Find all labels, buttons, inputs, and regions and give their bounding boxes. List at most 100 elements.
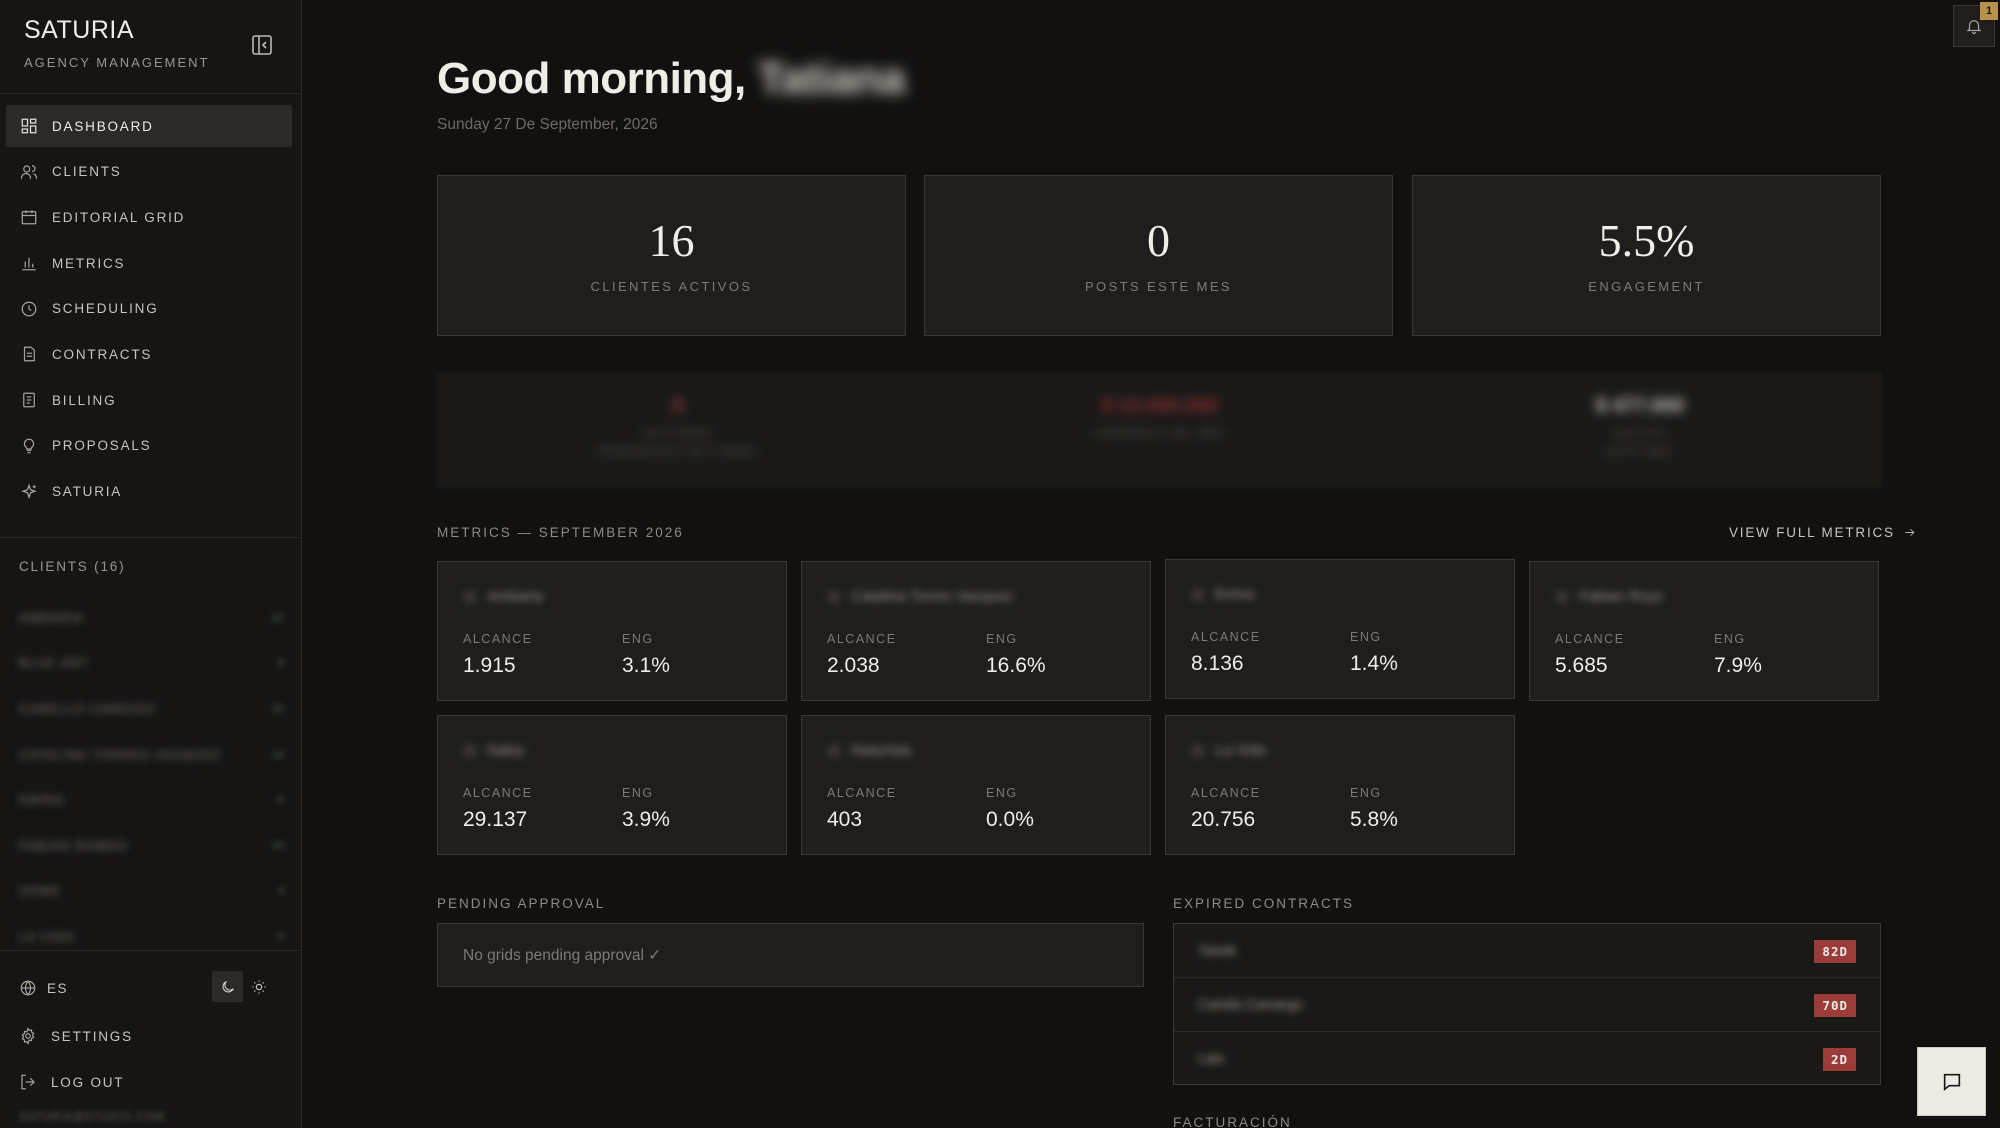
client-count: 9 [277, 930, 284, 943]
client-name: LA VIDA [19, 929, 75, 944]
days-expired-badge: 70D [1814, 994, 1856, 1017]
summary-cell: $ 477.000 GASTOS ESTE MES [1400, 395, 1880, 458]
metric-card-header: Fabian Roys [1555, 588, 1663, 605]
nav-item-proposals[interactable]: PROPOSALS [6, 425, 292, 467]
client-count: 4 [277, 885, 284, 898]
metric-card[interactable]: Catalina Torres Vazquez ALCANCE 2.038 ENG… [801, 561, 1151, 701]
client-avatar [463, 589, 477, 604]
reach-label: ALCANCE [827, 632, 897, 646]
nav-item-metrics[interactable]: METRICS [6, 242, 292, 284]
client-avatar [827, 743, 841, 758]
stat-label: POSTS ESTE MES [1084, 279, 1232, 294]
user-email: SATURIA@STUDIO.COM [19, 1111, 166, 1123]
metric-card-header: Naturista [827, 742, 911, 759]
clients-header: CLIENTS (16) [19, 559, 126, 574]
client-name: EMIRA [19, 793, 65, 808]
nav-item-saturia[interactable]: SATURIA [6, 471, 292, 513]
logout-button[interactable]: LOG OUT [19, 1073, 124, 1091]
view-full-metrics-link[interactable]: VIEW FULL METRICS [1729, 525, 1916, 540]
nav-label: PROPOSALS [52, 438, 152, 454]
client-count: 6 [277, 794, 284, 807]
language-selector[interactable]: ES [19, 979, 68, 997]
sidebar-divider [0, 537, 301, 538]
summary-label: FACTURAS [642, 428, 714, 440]
financial-summary-blurred: 0 FACTURAS PENDIENTES DE COBRO $ 12.000.… [437, 372, 1881, 487]
metric-card[interactable]: Nalsy ALCANCE 29.137 ENG 3.9% [437, 715, 787, 855]
client-list-item[interactable]: BLUE ART 8 [19, 641, 284, 687]
contract-row[interactable]: Yanek 82D [1174, 924, 1880, 978]
receipt-icon [23, 392, 35, 408]
nav-label: CONTRACTS [52, 346, 153, 362]
moon-icon [222, 980, 234, 992]
contract-row[interactable]: Camila Camargo 70D [1174, 978, 1880, 1032]
client-list-item[interactable]: FABIAN ROMEO 10 [19, 823, 284, 869]
client-avatar [463, 743, 477, 758]
eng-label: ENG [1350, 786, 1382, 800]
view-full-metrics-label: VIEW FULL METRICS [1729, 525, 1895, 540]
settings-label: SETTINGS [51, 1028, 133, 1044]
metric-card[interactable]: La Vida ALCANCE 20.756 ENG 5.8% [1165, 715, 1515, 855]
summary-label: GASTOS [1612, 428, 1668, 440]
client-name: Ambaria [487, 588, 543, 605]
nav-item-editorial-grid[interactable]: EDITORIAL GRID [6, 196, 292, 238]
metric-card[interactable]: Fabian Roys ALCANCE 5.685 ENG 7.9% [1529, 561, 1879, 701]
eng-label: ENG [986, 632, 1018, 646]
client-list-item[interactable]: AMBARIA 12 [19, 595, 284, 641]
metric-card[interactable]: Emira ALCANCE 8.136 ENG 1.4% [1165, 559, 1515, 699]
chat-button[interactable] [1917, 1047, 1986, 1116]
expired-contracts-list: Yanek 82D Camila Camargo 70D Lalo 2D [1173, 923, 1881, 1085]
client-count: 10 [271, 839, 284, 852]
reach-value: 29.137 [463, 808, 528, 831]
nav-label: BILLING [52, 392, 117, 408]
summary-value: $ 12.000.000 [1101, 395, 1219, 417]
metric-card[interactable]: Ambaria ALCANCE 1.915 ENG 3.1% [437, 561, 787, 701]
globe-icon [20, 980, 36, 996]
settings-button[interactable]: SETTINGS [19, 1027, 133, 1045]
eng-value: 1.4% [1350, 652, 1398, 675]
eng-label: ENG [622, 632, 654, 646]
arrow-right-icon [1905, 528, 1915, 537]
reach-label: ALCANCE [1191, 630, 1261, 644]
client-name: FABIAN ROMEO [19, 838, 129, 853]
nav-item-billing[interactable]: BILLING [6, 379, 292, 421]
nav-item-scheduling[interactable]: SCHEDULING [6, 288, 292, 330]
client-name: CABELLO CANDIDO [19, 701, 156, 716]
reach-value: 1.915 [463, 654, 516, 677]
greeting-text: Good morning, [437, 54, 746, 103]
pending-empty-text: No grids pending approval ✓ [463, 947, 662, 964]
stat-value: 0 [1147, 215, 1170, 266]
sidebar-divider [0, 93, 301, 94]
client-count: 12 [271, 611, 284, 624]
light-mode-button[interactable] [243, 971, 274, 1002]
client-name: Catalina Torres Vazquez [851, 588, 1014, 605]
summary-cell: 0 FACTURAS PENDIENTES DE COBRO [438, 395, 918, 458]
client-list-item[interactable]: CATALINA TORRES VAZQUEZ 14 [19, 732, 284, 778]
dark-mode-button[interactable] [212, 971, 243, 1002]
main-nav: DASHBOARD CLIENTS EDITORIAL GRID METRICS… [6, 105, 292, 516]
nav-item-contracts[interactable]: CONTRACTS [6, 333, 292, 375]
collapse-sidebar-button[interactable] [250, 33, 274, 57]
notifications-button[interactable]: 1 [1953, 2, 1998, 47]
nav-item-clients[interactable]: CLIENTS [6, 151, 292, 193]
client-list-item[interactable]: HOME 4 [19, 869, 284, 915]
sidebar-bottom: ES SETTINGS LOG OUT SATURIA@STUDIO.COM [0, 950, 301, 1128]
eng-value: 16.6% [986, 654, 1046, 677]
contract-row[interactable]: Lalo 2D [1174, 1032, 1880, 1086]
metric-card-header: Ambaria [463, 588, 543, 605]
client-name: Emira [1215, 586, 1255, 603]
nav-label: EDITORIAL GRID [52, 209, 186, 225]
nav-item-dashboard[interactable]: DASHBOARD [6, 105, 292, 147]
client-list-item[interactable]: EMIRA 6 [19, 777, 284, 823]
nav-label: SCHEDULING [52, 301, 159, 317]
client-avatar [827, 589, 841, 604]
summary-sublabel: PENDIENTES DE COBRO [597, 446, 759, 458]
contract-client-name: Lalo [1198, 1050, 1225, 1066]
days-expired-badge: 2D [1822, 1048, 1856, 1071]
metric-card-header: Nalsy [463, 742, 525, 759]
lightbulb-icon [23, 438, 35, 454]
metrics-section-title: METRICS — SEPTEMBER 2026 [437, 525, 684, 540]
client-list-item[interactable]: CABELLO CANDIDO 10 [19, 686, 284, 732]
metric-card[interactable]: Naturista ALCANCE 403 ENG 0.0% [801, 715, 1151, 855]
stat-card-posts: 0 POSTS ESTE MES [924, 175, 1393, 336]
main-content: Good morning, Tatiana Sunday 27 De Septe… [303, 0, 2000, 1128]
